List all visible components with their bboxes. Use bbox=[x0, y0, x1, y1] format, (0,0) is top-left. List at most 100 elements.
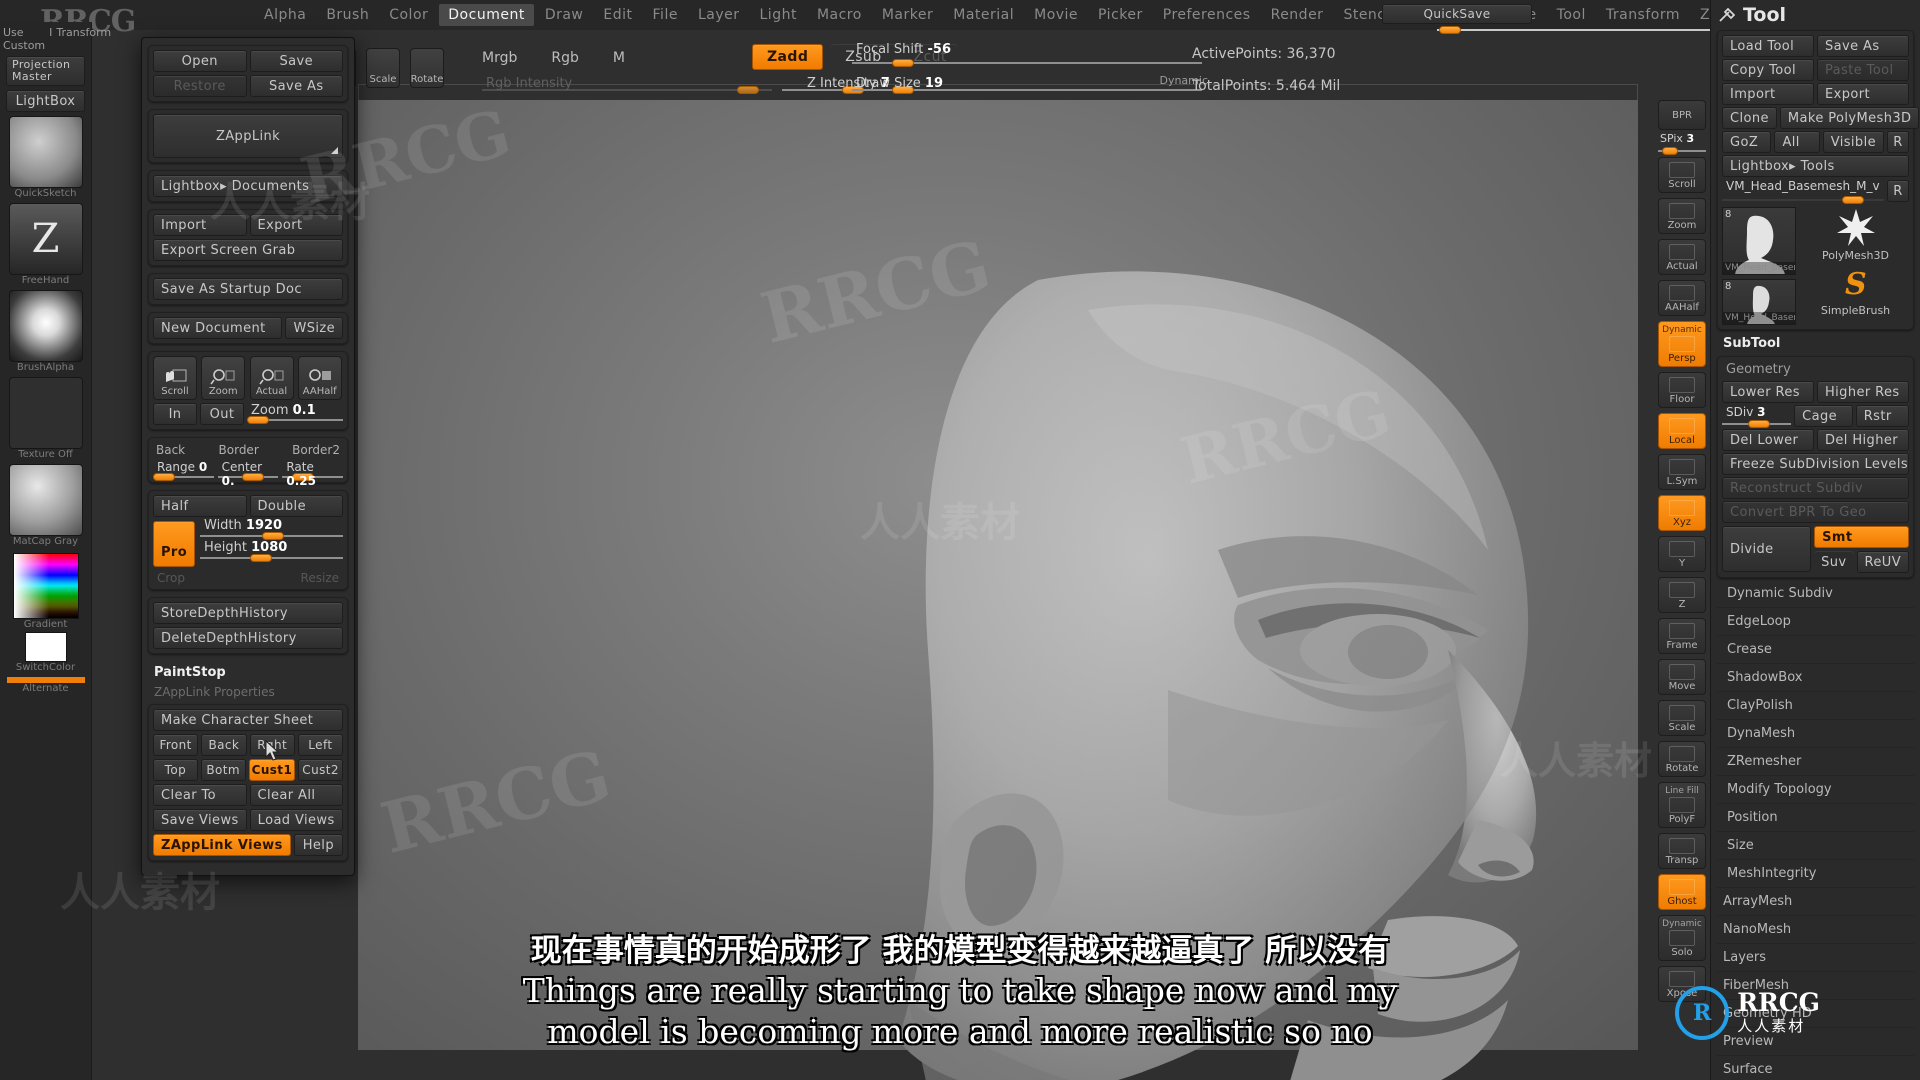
menu-item-brush[interactable]: Brush bbox=[317, 4, 378, 26]
vtool-xyz[interactable]: Xyz bbox=[1658, 495, 1706, 531]
del-lower-button[interactable]: Del Lower bbox=[1722, 429, 1814, 451]
tool-section-zremesher[interactable]: ZRemesher bbox=[1717, 748, 1914, 776]
texture-swatch[interactable] bbox=[8, 377, 83, 449]
delete-depth-history-button[interactable]: DeleteDepthHistory bbox=[153, 627, 343, 649]
subtool-section-title[interactable]: SubTool bbox=[1717, 330, 1914, 356]
cage-button[interactable]: Cage bbox=[1794, 405, 1853, 427]
zadd-button[interactable]: Zadd bbox=[752, 44, 824, 70]
view-button-cust2[interactable]: Cust2 bbox=[298, 759, 343, 781]
menu-item-marker[interactable]: Marker bbox=[873, 4, 942, 26]
zoom-out-button[interactable]: Out bbox=[200, 403, 244, 425]
zoom-in-button[interactable]: In bbox=[153, 403, 197, 425]
mrgb-button[interactable]: Mrgb bbox=[482, 50, 517, 66]
clear-all-button[interactable]: Clear All bbox=[249, 784, 343, 806]
vtool-floor[interactable]: Floor bbox=[1658, 372, 1706, 408]
focal-shift-slider[interactable]: Focal Shift -56 bbox=[852, 42, 1202, 67]
back-label[interactable]: Back bbox=[156, 443, 185, 457]
menu-item-file[interactable]: File bbox=[644, 4, 687, 26]
freehand-swatch[interactable]: Z bbox=[8, 203, 83, 275]
export-button[interactable]: Export bbox=[249, 214, 343, 236]
bpr-button[interactable]: BPR bbox=[1658, 100, 1706, 130]
lightbox-button[interactable]: LightBox bbox=[6, 90, 85, 112]
color-picker[interactable] bbox=[12, 553, 79, 619]
vtool-scroll[interactable]: Scroll bbox=[1658, 157, 1706, 193]
quicksave-slider[interactable] bbox=[1437, 18, 1737, 34]
tool-section-size[interactable]: Size bbox=[1717, 832, 1914, 860]
pro-button[interactable]: Pro bbox=[153, 521, 195, 567]
doc-zoom-slider[interactable]: Zoom 0.1 bbox=[247, 403, 343, 425]
vtool-l-sym[interactable]: L.Sym bbox=[1658, 454, 1706, 490]
menu-item-macro[interactable]: Macro bbox=[808, 4, 871, 26]
tool-thumbnail-2[interactable]: 8 VM_Head_Baseme bbox=[1722, 279, 1796, 325]
m-button[interactable]: M bbox=[613, 50, 625, 66]
tool-save-as-button[interactable]: Save As bbox=[1817, 35, 1909, 57]
double-button[interactable]: Double bbox=[249, 495, 343, 517]
menu-item-color[interactable]: Color bbox=[380, 4, 437, 26]
height-slider[interactable]: Height 1080 bbox=[200, 540, 343, 562]
rgb-intensity-slider[interactable]: Rgb Intensity bbox=[482, 76, 772, 94]
tool-section-crease[interactable]: Crease bbox=[1717, 636, 1914, 664]
view-button-botm[interactable]: Botm bbox=[200, 759, 246, 781]
tool-section-arraymesh[interactable]: ArrayMesh bbox=[1717, 888, 1914, 916]
sculpt-canvas[interactable] bbox=[358, 100, 1638, 1080]
range-slider[interactable]: Range 0 bbox=[153, 460, 214, 481]
zapplink-button[interactable]: ZAppLink bbox=[153, 114, 343, 158]
save-views-button[interactable]: Save Views bbox=[153, 809, 247, 831]
vtool-actual[interactable]: Actual bbox=[1658, 239, 1706, 275]
copy-tool-button[interactable]: Copy Tool bbox=[1722, 59, 1814, 81]
quicksketch-swatch[interactable] bbox=[8, 116, 83, 188]
vtool-local[interactable]: Local bbox=[1658, 413, 1706, 449]
lightbox-documents-button[interactable]: Lightbox▸ Documents bbox=[153, 175, 343, 197]
vtool-scale[interactable]: Scale bbox=[1658, 700, 1706, 736]
matcap-swatch[interactable] bbox=[8, 464, 83, 536]
vtool-ghost[interactable]: Ghost bbox=[1658, 874, 1706, 910]
export-screen-grab-button[interactable]: Export Screen Grab bbox=[153, 239, 343, 261]
menu-item-material[interactable]: Material bbox=[944, 4, 1023, 26]
smt-button[interactable]: Smt bbox=[1814, 526, 1909, 548]
zapplink-properties-title[interactable]: ZAppLink Properties bbox=[148, 685, 348, 704]
vtool-rotate[interactable]: Rotate bbox=[1658, 741, 1706, 777]
brush-alpha-swatch[interactable] bbox=[8, 290, 83, 362]
view-button-back[interactable]: Back bbox=[201, 734, 247, 756]
vtool-polyf[interactable]: Line Fill PolyF bbox=[1658, 782, 1706, 828]
doc-actual-button[interactable]: Actual bbox=[249, 356, 294, 400]
menu-item-edit[interactable]: Edit bbox=[594, 4, 641, 26]
tool-section-claypolish[interactable]: ClayPolish bbox=[1717, 692, 1914, 720]
tool-section-edgeloop[interactable]: EdgeLoop bbox=[1717, 608, 1914, 636]
tool-export-button[interactable]: Export bbox=[1817, 83, 1909, 105]
reuv-button[interactable]: ReUV bbox=[1856, 551, 1909, 573]
menu-item-movie[interactable]: Movie bbox=[1025, 4, 1087, 26]
spix-slider[interactable]: SPix 3 bbox=[1658, 132, 1706, 155]
visible-button[interactable]: Visible bbox=[1822, 131, 1884, 153]
menu-item-layer[interactable]: Layer bbox=[689, 4, 749, 26]
clone-button[interactable]: Clone bbox=[1722, 107, 1777, 129]
doc-zoom-button[interactable]: Zoom bbox=[201, 356, 246, 400]
menu-item-light[interactable]: Light bbox=[751, 4, 806, 26]
new-document-button[interactable]: New Document bbox=[153, 317, 283, 339]
freeze-subdivision-levels-button[interactable]: Freeze SubDivision Levels bbox=[1722, 453, 1909, 475]
view-button-cust1[interactable]: Cust1 bbox=[248, 759, 296, 781]
tool-section-position[interactable]: Position bbox=[1717, 804, 1914, 832]
zapplink-views-button[interactable]: ZAppLink Views bbox=[153, 834, 291, 856]
rgb-button[interactable]: Rgb bbox=[551, 50, 579, 66]
current-color-swatch[interactable] bbox=[24, 632, 67, 662]
half-button[interactable]: Half bbox=[153, 495, 247, 517]
tool-section-modify-topology[interactable]: Modify Topology bbox=[1717, 776, 1914, 804]
menu-item-picker[interactable]: Picker bbox=[1089, 4, 1152, 26]
import-button[interactable]: Import bbox=[153, 214, 247, 236]
tool-section-surface[interactable]: Surface bbox=[1717, 1056, 1914, 1080]
tool-section-dynamesh[interactable]: DynaMesh bbox=[1717, 720, 1914, 748]
border-label[interactable]: Border bbox=[219, 443, 259, 457]
draw-size-slider[interactable]: Draw Size 19 Dynamic bbox=[852, 74, 1208, 94]
make-character-sheet-button[interactable]: Make Character Sheet bbox=[153, 709, 343, 731]
tool-section-meshintegrity[interactable]: MeshIntegrity bbox=[1717, 860, 1914, 888]
current-tool-slider[interactable]: VM_Head_Basemesh_M_v bbox=[1722, 179, 1884, 204]
goz-button[interactable]: GoZ bbox=[1722, 131, 1772, 153]
scale-tool-button[interactable]: Scale bbox=[366, 48, 400, 88]
sdiv-slider[interactable]: SDiv 3 bbox=[1722, 405, 1792, 428]
vtool-persp[interactable]: Dynamic Persp bbox=[1658, 321, 1706, 367]
rotate-tool-button[interactable]: Rotate bbox=[410, 48, 444, 88]
doc-aahalf-button[interactable]: AAHalf bbox=[297, 356, 342, 400]
doc-scroll-button[interactable]: Scroll bbox=[153, 356, 197, 400]
rstr-button[interactable]: Rstr bbox=[1855, 405, 1909, 427]
